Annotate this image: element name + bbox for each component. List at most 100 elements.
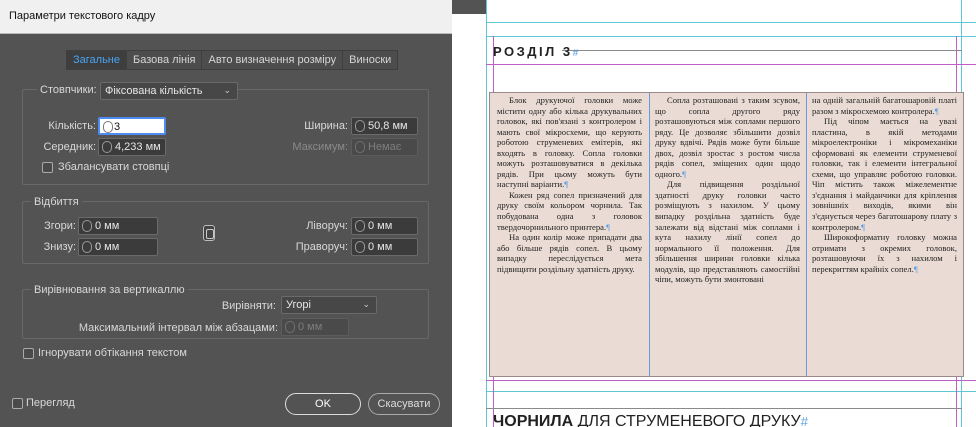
paragraph-text: Блок друкуючої головки може містити одну… — [497, 95, 642, 190]
inset-bottom-field[interactable]: 0 мм — [78, 238, 158, 256]
section-heading-text: РОЗДІЛ 3 — [493, 44, 573, 59]
tab-baseline[interactable]: Базова лінія — [127, 51, 203, 69]
ignore-wrap-checkbox[interactable] — [23, 348, 34, 359]
max-width-value: Немає — [368, 141, 402, 153]
vertical-justification-title: Вирівнювання за вертикаллю — [31, 284, 188, 296]
inset-top-value: 0 мм — [95, 220, 120, 232]
balance-columns-label: Збалансувати стовпці — [58, 161, 170, 173]
column-width-field[interactable]: 50,8 мм — [351, 117, 418, 135]
gutter-field[interactable]: 4,233 мм — [98, 138, 166, 156]
pilcrow-mark: ¶ — [564, 179, 569, 190]
guide-line — [486, 36, 976, 37]
preview-label: Перегляд — [26, 397, 75, 409]
cancel-button[interactable]: Скасувати — [368, 393, 440, 415]
document-page: РОЗДІЛ 3# Блок друкуючої головки може мі… — [452, 0, 976, 427]
stepper-icon — [285, 321, 295, 333]
tab-general[interactable]: Загальне — [67, 51, 127, 69]
tab-auto-size[interactable]: Авто визначення розміру — [202, 51, 344, 69]
chapter-heading: ЧОРНИЛА ДЛЯ СТРУМЕНЕВОГО ДРУКУ# — [493, 413, 808, 427]
stepper-icon[interactable] — [355, 220, 365, 232]
column-width-value: 50,8 мм — [368, 120, 408, 132]
inset-bottom-label: Знизу: — [43, 241, 76, 253]
text-column: Блок друкуючої головки може містити одну… — [497, 95, 642, 375]
pilcrow-mark: ¶ — [606, 221, 611, 232]
chevron-down-icon: ⌄ — [223, 85, 231, 95]
pilcrow-mark: ¶ — [913, 263, 918, 274]
inset-left-label: Ліворуч: — [306, 220, 348, 232]
inset-top-field[interactable]: 0 мм — [78, 217, 158, 235]
pilcrow-mark: ¶ — [934, 105, 939, 116]
columns-type-select[interactable]: Фіксована кількість ⌄ — [100, 82, 238, 100]
paragraph-text: На один колір може припадати два або біл… — [497, 232, 642, 274]
inset-right-field[interactable]: 0 мм — [351, 238, 418, 256]
paragraph: Блок друкуючої головки може містити одну… — [497, 95, 642, 190]
column-divider — [649, 93, 650, 376]
guide-line — [486, 22, 976, 23]
inset-title: Відбиття — [31, 196, 82, 208]
count-label: Кількість: — [48, 120, 96, 132]
stepper-icon[interactable] — [355, 120, 365, 132]
align-label: Вирівняти: — [221, 300, 276, 312]
pilcrow-mark: ¶ — [861, 221, 866, 232]
paragraph: на одній загальній багатошаровій платі р… — [812, 95, 957, 116]
tab-footnotes[interactable]: Виноски — [343, 51, 397, 69]
text-column: Сопла розташовані з таким зсувом, що соп… — [655, 95, 800, 375]
columns-label: Стовпчики: — [37, 84, 100, 96]
paragraph-spacing-label: Максимальний інтервал між абзацами: — [78, 322, 278, 334]
stepper-icon[interactable] — [82, 220, 92, 232]
paragraph: Кожен ряд сопел призначений для друку св… — [497, 190, 642, 232]
tab-bar: Загальне Базова лінія Авто визначення ро… — [66, 50, 399, 70]
balance-columns-checkbox[interactable] — [42, 162, 53, 173]
preview-checkbox[interactable] — [12, 398, 23, 409]
paragraph: Широкоформатну головку можна отримати з … — [812, 232, 957, 274]
stepper-icon[interactable] — [355, 241, 365, 253]
paragraph-text: Кожен ряд сопел призначений для друку св… — [497, 189, 642, 232]
chapter-heading-rest: ДЛЯ СТРУМЕНЕВОГО ДРУКУ — [573, 413, 801, 427]
guide-line — [486, 391, 976, 392]
section-heading: РОЗДІЛ 3# — [493, 44, 578, 59]
text-frame-edge — [486, 408, 962, 409]
text-column: на одній загальній багатошаровій платі р… — [812, 95, 957, 375]
paragraph-text: Під чіпом мається на увазі пластина, в я… — [812, 116, 957, 232]
paragraph-text: Сопла розташовані з таким зсувом, що соп… — [655, 95, 800, 179]
margin-line — [486, 380, 976, 381]
section-heading-mark: # — [572, 48, 579, 59]
gutter-value: 4,233 мм — [115, 141, 161, 153]
align-value: Угорі — [286, 299, 311, 311]
column-count-value: 3 — [114, 121, 121, 133]
column-divider — [806, 93, 807, 376]
inset-top-label: Згори: — [44, 220, 76, 232]
gutter-label: Середник: — [43, 141, 96, 153]
paragraph-text: Для підвищення роздільної здатності друк… — [655, 179, 800, 285]
column-count-field[interactable]: 3 — [98, 117, 166, 135]
stepper-icon[interactable] — [82, 241, 92, 253]
dialog-titlebar[interactable]: Параметри текстового кадру — [0, 0, 452, 34]
link-icon[interactable] — [203, 225, 215, 241]
paragraph: На один колір може припадати два або біл… — [497, 232, 642, 274]
align-select[interactable]: Угорі ⌄ — [281, 296, 377, 314]
text-frame[interactable]: Блок друкуючої головки може містити одну… — [489, 92, 964, 377]
paragraph-spacing-field: 0 мм — [281, 318, 349, 336]
pilcrow-mark: ¶ — [682, 168, 686, 179]
stepper-icon[interactable] — [102, 141, 112, 153]
ignore-wrap-label: Ігнорувати обтікання текстом — [38, 347, 187, 359]
inset-bottom-value: 0 мм — [95, 241, 120, 253]
paragraph: Під чіпом мається на увазі пластина, в я… — [812, 116, 957, 232]
stepper-icon — [355, 141, 365, 153]
text-frame-options-dialog: Параметри текстового кадру Загальне Базо… — [0, 0, 452, 427]
screenshot-root: Параметри текстового кадру Загальне Базо… — [0, 0, 976, 427]
inset-right-value: 0 мм — [368, 241, 393, 253]
paragraph-spacing-value: 0 мм — [298, 321, 323, 333]
columns-type-value: Фіксована кількість — [105, 85, 203, 97]
inset-right-label: Праворуч: — [295, 241, 348, 253]
inset-left-field[interactable]: 0 мм — [351, 217, 418, 235]
chapter-heading-mark: # — [800, 414, 808, 427]
ok-button[interactable]: OK — [285, 393, 361, 415]
stepper-icon[interactable] — [103, 121, 113, 133]
margin-line — [486, 64, 976, 65]
max-width-field: Немає — [351, 138, 418, 156]
paragraph: Сопла розташовані з таким зсувом, що соп… — [655, 95, 800, 179]
pasteboard-corner — [452, 0, 486, 14]
dialog-title: Параметри текстового кадру — [9, 10, 156, 22]
text-frame-edge — [562, 50, 962, 51]
